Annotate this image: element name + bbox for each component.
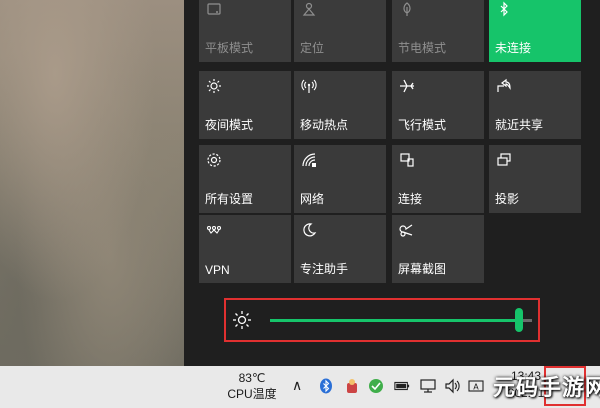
network-tray-icon[interactable] xyxy=(420,378,436,394)
tile-tablet-mode[interactable]: 平板模式 xyxy=(199,0,291,62)
hotspot-icon xyxy=(300,77,318,95)
network-icon xyxy=(300,151,318,169)
battery-icon[interactable] xyxy=(394,378,410,394)
gear-icon xyxy=(205,151,223,169)
tile-vpn[interactable]: VPN xyxy=(199,215,291,283)
security-tray-icon[interactable] xyxy=(368,378,384,394)
tile-connect[interactable]: 连接 xyxy=(392,145,484,213)
chevron-up-icon[interactable]: ∧ xyxy=(292,377,302,394)
cpu-temp-label: CPU温度 xyxy=(227,387,277,401)
tile-label: VPN xyxy=(205,263,230,277)
project-icon xyxy=(495,151,513,169)
location-icon xyxy=(300,0,318,18)
night-light-icon xyxy=(205,77,223,95)
tile-screen-snip[interactable]: 屏幕截图 xyxy=(392,215,484,283)
tile-focus-assist[interactable]: 专注助手 xyxy=(294,215,386,283)
tile-mobile-hotspot[interactable]: 移动热点 xyxy=(294,71,386,139)
vpn-icon xyxy=(205,221,223,239)
ime-indicator[interactable]: A xyxy=(468,378,484,394)
tile-label: 未连接 xyxy=(495,41,532,55)
brightness-slider-thumb[interactable] xyxy=(515,308,523,332)
bluetooth-tray-icon[interactable] xyxy=(318,378,334,394)
tile-label: 专注助手 xyxy=(300,262,349,276)
tile-label: 定位 xyxy=(300,41,325,55)
brightness-control xyxy=(224,298,540,342)
tile-bluetooth[interactable]: 未连接 xyxy=(489,0,581,62)
tile-label: 平板模式 xyxy=(205,41,254,55)
tile-location[interactable]: 定位 xyxy=(294,0,386,62)
tile-label: 屏幕截图 xyxy=(398,262,447,276)
leaf-icon xyxy=(398,0,416,18)
svg-text:A: A xyxy=(473,383,479,392)
tile-night-light[interactable]: 夜间模式 xyxy=(199,71,291,139)
tile-nearby-sharing[interactable]: 就近共享 xyxy=(489,71,581,139)
tile-label: 夜间模式 xyxy=(205,118,254,132)
tile-network[interactable]: 网络 xyxy=(294,145,386,213)
bluetooth-icon xyxy=(495,0,513,18)
tile-all-settings[interactable]: 所有设置 xyxy=(199,145,291,213)
tile-label: 投影 xyxy=(495,192,520,206)
tile-label: 所有设置 xyxy=(205,192,254,206)
app-tray-icon[interactable] xyxy=(344,378,360,394)
cpu-temperature-widget[interactable]: 83℃ CPU温度 xyxy=(222,370,282,402)
tile-label: 节电模式 xyxy=(398,41,447,55)
brightness-icon xyxy=(232,310,252,330)
tile-airplane-mode[interactable]: 飞行模式 xyxy=(392,71,484,139)
share-icon xyxy=(495,77,513,95)
volume-icon[interactable] xyxy=(444,378,460,394)
tile-label: 就近共享 xyxy=(495,118,544,132)
tile-label: 移动热点 xyxy=(300,118,349,132)
brightness-slider[interactable] xyxy=(270,308,532,332)
tablet-icon xyxy=(205,0,223,18)
cpu-temp-value: 83℃ xyxy=(238,371,266,385)
tile-label: 网络 xyxy=(300,192,325,206)
tile-label: 飞行模式 xyxy=(398,118,447,132)
moon-icon xyxy=(300,221,318,239)
watermark-text: 元码手游网 xyxy=(493,375,600,400)
tile-battery-saver[interactable]: 节电模式 xyxy=(392,0,484,62)
airplane-icon xyxy=(398,77,416,95)
brightness-slider-fill xyxy=(270,319,519,322)
tile-label: 连接 xyxy=(398,192,423,206)
connect-icon xyxy=(398,151,416,169)
desktop-wallpaper xyxy=(0,0,184,366)
tile-project[interactable]: 投影 xyxy=(489,145,581,213)
snip-icon xyxy=(398,221,416,239)
